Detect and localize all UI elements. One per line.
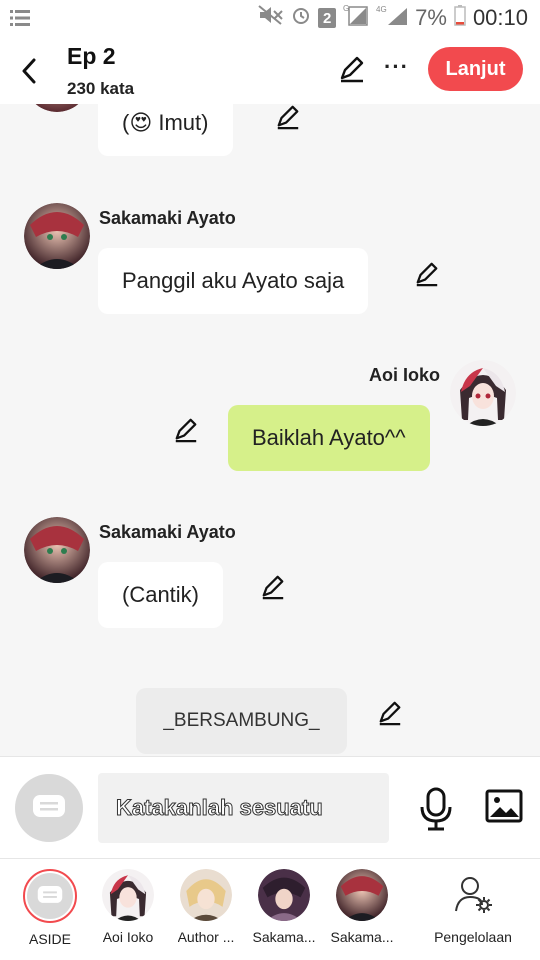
- more-options-button[interactable]: ···: [384, 54, 409, 80]
- aside-toggle-button[interactable]: [15, 774, 83, 842]
- pencil-icon: [340, 56, 364, 83]
- pencil-icon: [175, 418, 197, 443]
- message-input[interactable]: Katakanlah sesuatu: [98, 773, 389, 843]
- svg-text:4G: 4G: [376, 5, 387, 14]
- avatar: [180, 869, 232, 921]
- message-bubble[interactable]: Panggil aku Ayato saja: [98, 248, 369, 314]
- user-settings-icon: [447, 869, 499, 921]
- avatar[interactable]: [24, 203, 90, 269]
- image-icon: [485, 789, 523, 823]
- message-composer: Katakanlah sesuatu: [0, 756, 540, 858]
- aside-bubble[interactable]: _BERSAMBUNG_: [136, 688, 347, 754]
- tab-character[interactable]: Author ...: [166, 869, 246, 959]
- edit-message-button[interactable]: [377, 700, 403, 726]
- tab-label: Sakama...: [330, 929, 394, 945]
- chat-bubble-icon: [37, 886, 63, 903]
- sender-name: Aoi Ioko: [369, 365, 440, 385]
- tab-label: Sakama...: [252, 929, 316, 945]
- chat-area[interactable]: (😍 Imut) Sakamaki Ayato Panggil aku Ayat…: [0, 104, 540, 756]
- avatar: [102, 869, 154, 921]
- tab-label: Author ...: [177, 929, 235, 945]
- battery-icon: [454, 4, 466, 32]
- battery-percent: 7%: [415, 5, 447, 30]
- edit-message-button[interactable]: [275, 104, 301, 130]
- microphone-icon: [420, 787, 452, 831]
- message-bubble[interactable]: (Cantik): [98, 562, 224, 628]
- notification-list-icon: [10, 8, 30, 33]
- message-bubble-self[interactable]: Baiklah Ayato^^: [228, 405, 430, 471]
- aside-avatar: [23, 869, 77, 923]
- chevron-left-icon: [22, 58, 36, 84]
- character-tab-bar: ASIDE Aoi Ioko Author ... Sakama... Saka…: [0, 858, 540, 960]
- edit-message-button[interactable]: [260, 574, 286, 600]
- tab-label: Aoi Ioko: [102, 929, 154, 945]
- tab-character[interactable]: Sakama...: [322, 869, 402, 959]
- sender-name: Sakamaki Ayato: [99, 522, 236, 542]
- chat-bubble-icon: [33, 795, 65, 817]
- avatar: [258, 869, 310, 921]
- episode-header: Ep 2 230 kata ··· Lanjut: [0, 36, 540, 104]
- signal-icon: G: [343, 4, 369, 32]
- tab-character[interactable]: Aoi Ioko: [88, 869, 168, 959]
- tab-label: Pengelolaan: [434, 929, 512, 945]
- sender-name: Sakamaki Ayato: [99, 208, 236, 228]
- microphone-button[interactable]: [418, 787, 454, 831]
- avatar[interactable]: [24, 517, 90, 583]
- pencil-icon: [277, 105, 299, 130]
- signal-4g-icon: 4G: [376, 4, 408, 32]
- word-count: 230 kata: [67, 79, 135, 98]
- pencil-icon: [416, 262, 438, 287]
- tab-management[interactable]: Pengelolaan: [428, 869, 518, 959]
- edit-message-button[interactable]: [173, 417, 199, 443]
- pencil-icon: [262, 575, 284, 600]
- notification-count-badge: 2: [318, 8, 337, 28]
- avatar[interactable]: [450, 360, 516, 426]
- edit-title-button[interactable]: [338, 55, 366, 83]
- avatar[interactable]: [24, 104, 90, 112]
- edit-message-button[interactable]: [414, 261, 440, 287]
- back-button[interactable]: [14, 56, 44, 86]
- tab-aside[interactable]: ASIDE: [10, 869, 90, 959]
- clock-time: 00:10: [472, 5, 528, 30]
- avatar: [336, 869, 388, 921]
- mute-icon: [258, 5, 284, 31]
- tab-label: ASIDE: [28, 931, 71, 947]
- alarm-icon: [291, 5, 311, 31]
- next-button[interactable]: Lanjut: [428, 47, 523, 91]
- image-button[interactable]: [485, 789, 523, 823]
- tab-character[interactable]: Sakama...: [244, 869, 324, 959]
- status-bar: 2 G 4G 7% 00:10: [0, 0, 540, 36]
- page-title: Ep 2: [67, 43, 116, 69]
- message-bubble[interactable]: (😍 Imut): [98, 104, 233, 156]
- pencil-icon: [379, 701, 401, 726]
